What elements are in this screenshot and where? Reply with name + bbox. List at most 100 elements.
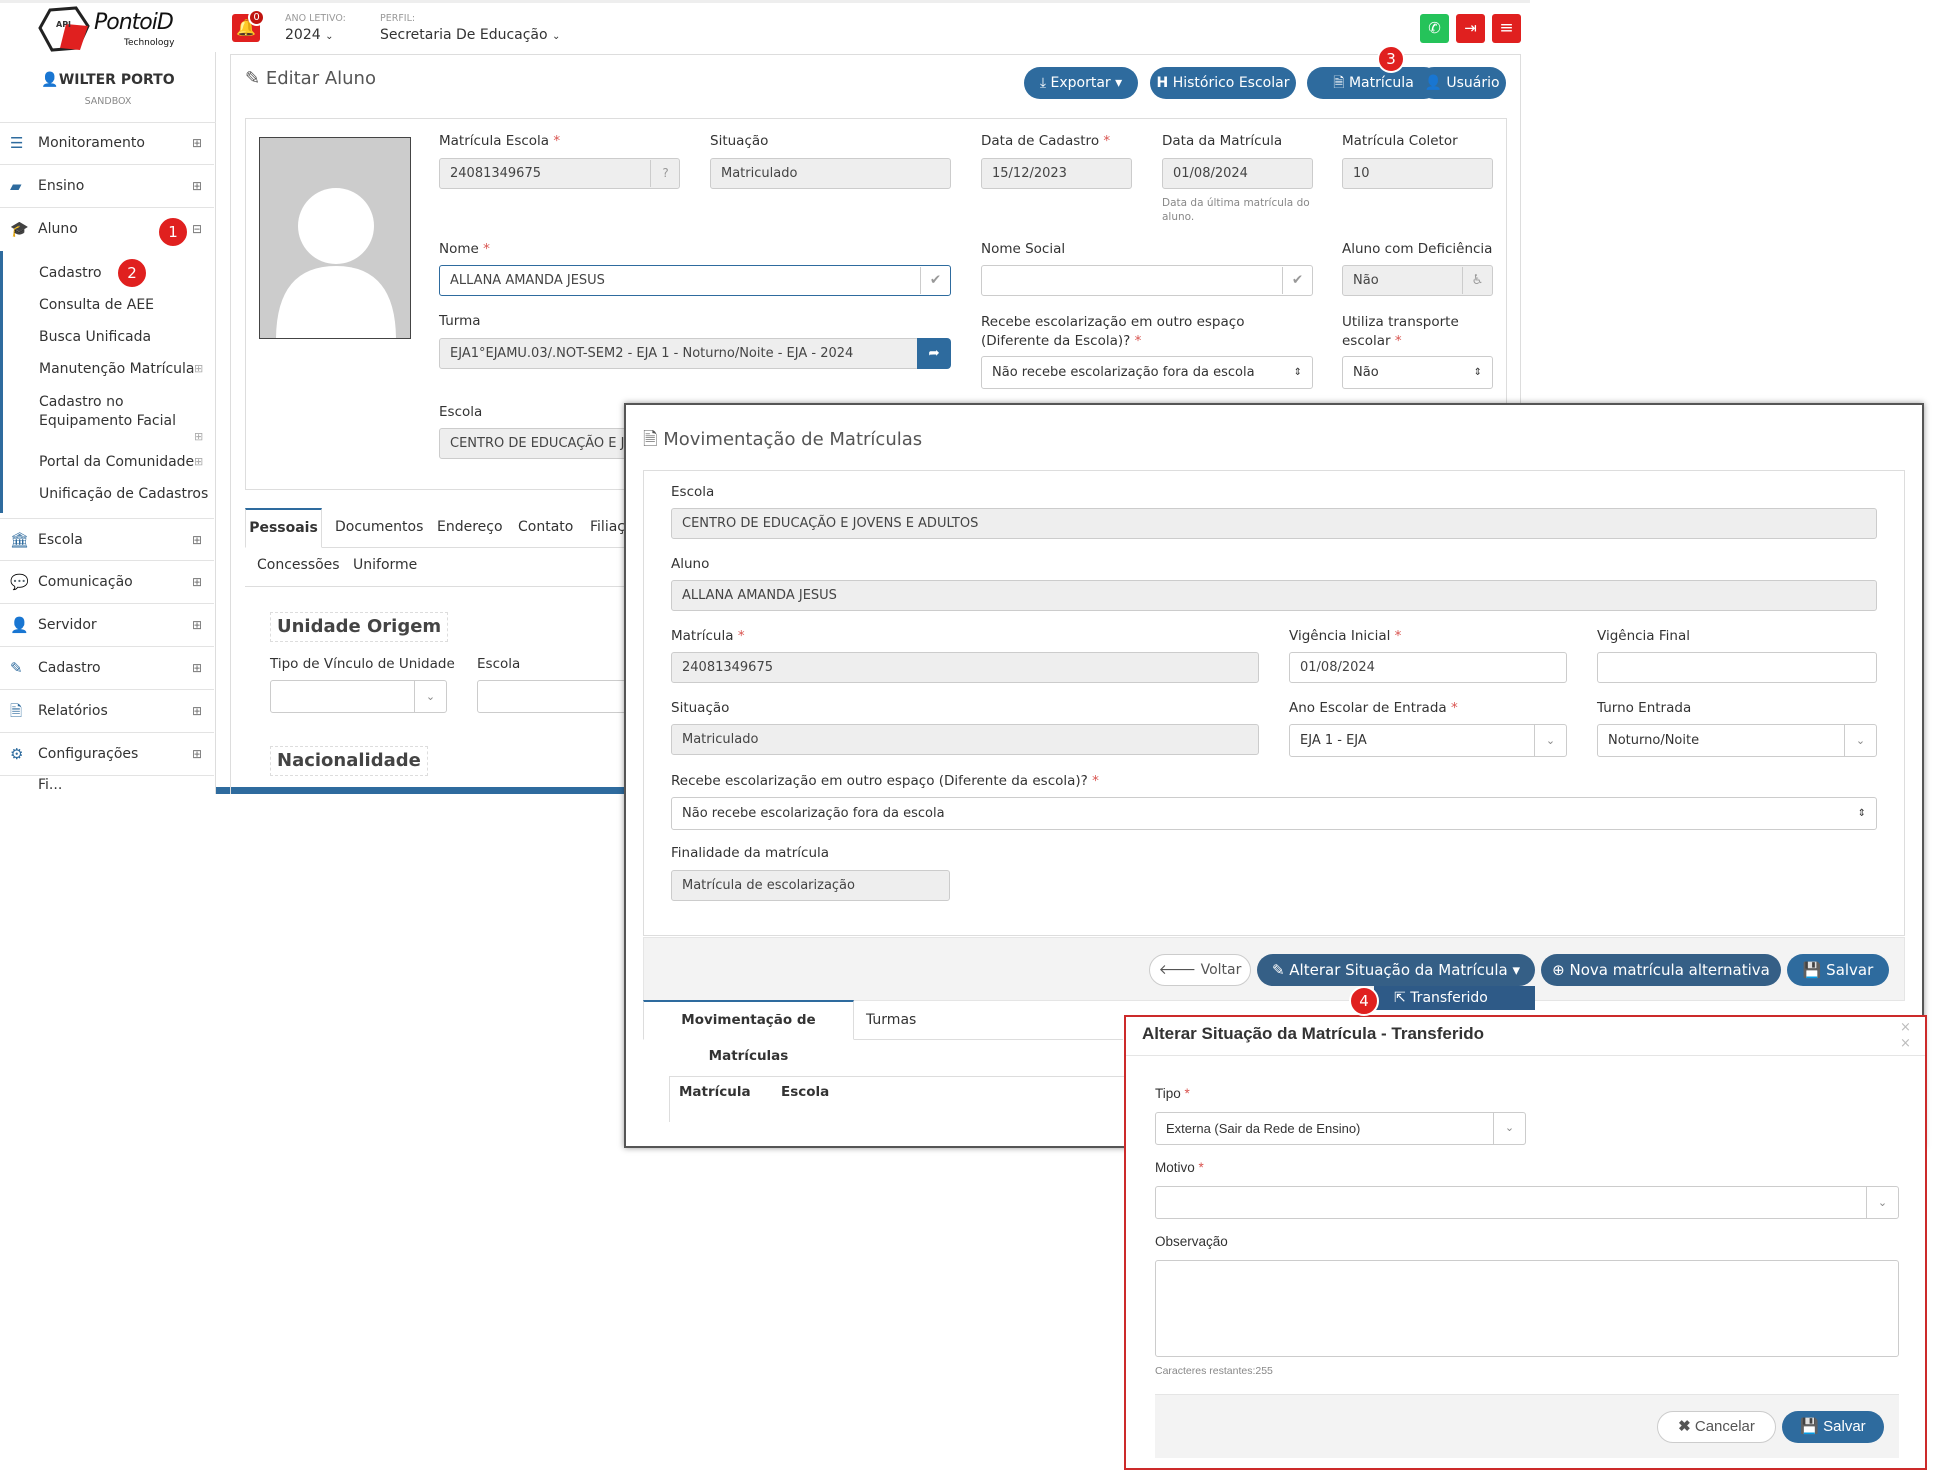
mov-matricula-field[interactable]: 24081349675 <box>671 652 1259 683</box>
tab-filiacao[interactable]: Filiaç <box>590 519 625 535</box>
tab-contato[interactable]: Contato <box>518 519 573 535</box>
matricula-escola-field[interactable]: 24081349675 <box>439 158 680 189</box>
turma-go-button[interactable]: ➦ <box>917 338 951 369</box>
turma-field[interactable]: EJA1°EJAMU.03/.NOT-SEM2 - EJA 1 - Noturn… <box>439 338 919 369</box>
vigencia-inicial-field[interactable]: 01/08/2024 <box>1289 652 1567 683</box>
tab-concessoes[interactable]: Concessões <box>257 557 340 573</box>
matricula-coletor-field[interactable]: 10 <box>1342 158 1493 189</box>
col-escola: Escola <box>781 1084 830 1100</box>
question-icon[interactable]: ? <box>650 160 680 187</box>
book-icon: ▰ <box>10 177 22 195</box>
modal-title: Alterar Situação da Matrícula - Transfer… <box>1142 1024 1484 1043</box>
mov-situacao-label: Situação <box>671 700 730 716</box>
user-name: 👤WILTER PORTO <box>41 72 175 88</box>
perfil-select[interactable]: Secretaria De Educação ⌄ <box>380 27 560 43</box>
exportar-button[interactable]: ⤓ Exportar ▾ <box>1024 67 1138 99</box>
logout-button[interactable]: ⇥ <box>1456 14 1485 43</box>
col-matricula: Matrícula <box>679 1084 751 1100</box>
sidebar-item-configuracoes[interactable]: ⚙ Configurações ⊞ <box>0 733 214 776</box>
mov-salvar-button[interactable]: 💾 Salvar <box>1787 954 1889 986</box>
dropdown-transferido[interactable]: ⇱ Transferido <box>1374 986 1535 1010</box>
expand-icon: ⊞ <box>194 362 204 375</box>
mov-situacao-field[interactable]: Matriculado <box>671 724 1259 755</box>
recebe-label: Recebe escolarização em outro espaço (Di… <box>981 314 1245 349</box>
voltar-button[interactable]: 🡐 Voltar <box>1149 954 1251 986</box>
mov-aluno-field[interactable]: ALLANA AMANDA JESUS <box>671 580 1877 611</box>
close-icon[interactable]: × <box>1900 1020 1911 1035</box>
submenu-cadastro[interactable]: Cadastro <box>39 265 102 281</box>
tab-uniforme[interactable]: Uniforme <box>353 557 417 573</box>
sidebar-item-escola[interactable]: 🏛 Escola ⊞ <box>0 518 214 561</box>
notification-count: 0 <box>248 9 265 26</box>
plus-circle-icon: ⊕ <box>1552 961 1565 979</box>
nacionalidade-heading: Nacionalidade <box>270 746 428 776</box>
finalidade-field[interactable]: Matrícula de escolarização <box>671 870 950 901</box>
menu-button[interactable]: ≡ <box>1492 14 1521 43</box>
alterar-situacao-button[interactable]: ✎ Alterar Situação da Matrícula ▾ <box>1257 954 1535 986</box>
vigencia-final-field[interactable] <box>1597 652 1877 683</box>
sidebar-item-servidor[interactable]: 👤 Servidor ⊞ <box>0 604 214 647</box>
unidade-origem-heading: Unidade Origem <box>270 612 449 642</box>
cancelar-button[interactable]: ✖ Cancelar <box>1657 1411 1776 1443</box>
gear-icon: ⚙ <box>10 745 24 763</box>
tipo-select[interactable]: Externa (Sair da Rede de Ensino) ⌄ <box>1155 1112 1526 1145</box>
submenu-cadastro-equipamento-facial[interactable]: Cadastro no Equipamento Facial <box>39 393 209 431</box>
comment-icon: 💬 <box>10 573 29 591</box>
observacao-textarea[interactable] <box>1155 1260 1899 1357</box>
historico-escolar-button[interactable]: H Histórico Escolar <box>1150 67 1296 99</box>
data-cadastro-field[interactable]: 15/12/2023 <box>981 158 1132 189</box>
situacao-field[interactable]: Matriculado <box>710 158 951 189</box>
turno-entrada-select[interactable]: Noturno/Noite ⌄ <box>1597 724 1877 757</box>
tipo-label: Tipo * <box>1155 1086 1190 1101</box>
save-icon: 💾 <box>1802 961 1822 979</box>
collapse-icon: ⊟ <box>191 222 202 236</box>
submenu-unificacao-cadastros[interactable]: Unificação de Cadastros <box>39 486 208 502</box>
close-icon[interactable]: × <box>1900 1036 1911 1051</box>
graduation-cap-icon: 🎓 <box>10 220 29 238</box>
chevron-down-icon: ⌄ <box>552 31 561 42</box>
tab-pessoais[interactable]: Pessoais <box>245 508 322 548</box>
step-badge-3: 3 <box>1377 45 1405 73</box>
tab-turmas[interactable]: Turmas <box>866 1012 916 1028</box>
escola-field[interactable]: CENTRO DE EDUCAÇÃO E JOV <box>439 428 639 459</box>
institution-icon: 🏛 <box>10 531 30 549</box>
nome-social-field[interactable] <box>981 265 1313 296</box>
section-escola-select[interactable] <box>477 680 637 713</box>
tab-documentos[interactable]: Documentos <box>335 519 423 535</box>
recebe-select[interactable]: Não recebe escolarização fora da escola ⇕ <box>981 356 1313 389</box>
sidebar-item-fi[interactable]: Fi... <box>0 776 214 794</box>
whatsapp-button[interactable]: ✆ <box>1420 14 1449 43</box>
transporte-select[interactable]: Não ⇕ <box>1342 356 1493 389</box>
data-matricula-field[interactable]: 01/08/2024 <box>1162 158 1313 189</box>
situacao-label: Situação <box>710 133 769 149</box>
mov-escola-field[interactable]: CENTRO DE EDUCAÇÃO E JOVENS E ADULTOS <box>671 508 1877 539</box>
tipo-vinculo-select[interactable]: ⌄ <box>270 680 447 713</box>
sidebar-item-relatorios[interactable]: 🗎 Relatórios ⊞ <box>0 690 214 733</box>
logo: API PontoiD Technology <box>36 4 176 52</box>
sidebar-item-comunicacao[interactable]: 💬 Comunicação ⊞ <box>0 561 214 604</box>
nova-matricula-button[interactable]: ⊕ Nova matrícula alternativa <box>1541 954 1781 986</box>
sidebar-item-cadastro[interactable]: ✎ Cadastro ⊞ <box>0 647 214 690</box>
mov-escola-label: Escola <box>671 484 715 500</box>
motivo-select[interactable]: ⌄ <box>1155 1186 1899 1219</box>
submenu-manutencao-matricula[interactable]: Manutenção Matrícula <box>39 361 195 377</box>
submenu-portal-comunidade[interactable]: Portal da Comunidade <box>39 454 194 470</box>
step-badge-2: 2 <box>116 257 148 289</box>
usuario-button[interactable]: 👤 Usuário <box>1418 67 1506 99</box>
chevron-down-icon: ⌄ <box>1844 725 1876 756</box>
submenu-busca-unificada[interactable]: Busca Unificada <box>39 329 151 345</box>
nome-field[interactable]: ALLANA AMANDA JESUS <box>439 265 951 296</box>
mov-recebe-select[interactable]: Não recebe escolarização fora da escola ⇕ <box>671 797 1877 830</box>
avatar-placeholder-icon <box>276 188 396 338</box>
sidebar-item-monitoramento[interactable]: ☰ Monitoramento ⊞ <box>0 122 214 165</box>
edit-icon: ✎ <box>1271 961 1285 979</box>
ano-letivo-select[interactable]: 2024 ⌄ <box>285 27 333 43</box>
tab-movimentacao[interactable]: Movimentação de Matrículas <box>643 1000 854 1064</box>
modal-salvar-button[interactable]: 💾 Salvar <box>1782 1411 1884 1443</box>
file-icon: 🗎 <box>10 702 23 720</box>
tab-endereco[interactable]: Endereço <box>437 519 503 535</box>
sidebar-item-ensino[interactable]: ▰ Ensino ⊞ <box>0 165 214 208</box>
ano-escolar-select[interactable]: EJA 1 - EJA ⌄ <box>1289 724 1567 757</box>
updown-icon: ⇕ <box>1857 808 1866 819</box>
submenu-consulta-aee[interactable]: Consulta de AEE <box>39 297 154 313</box>
